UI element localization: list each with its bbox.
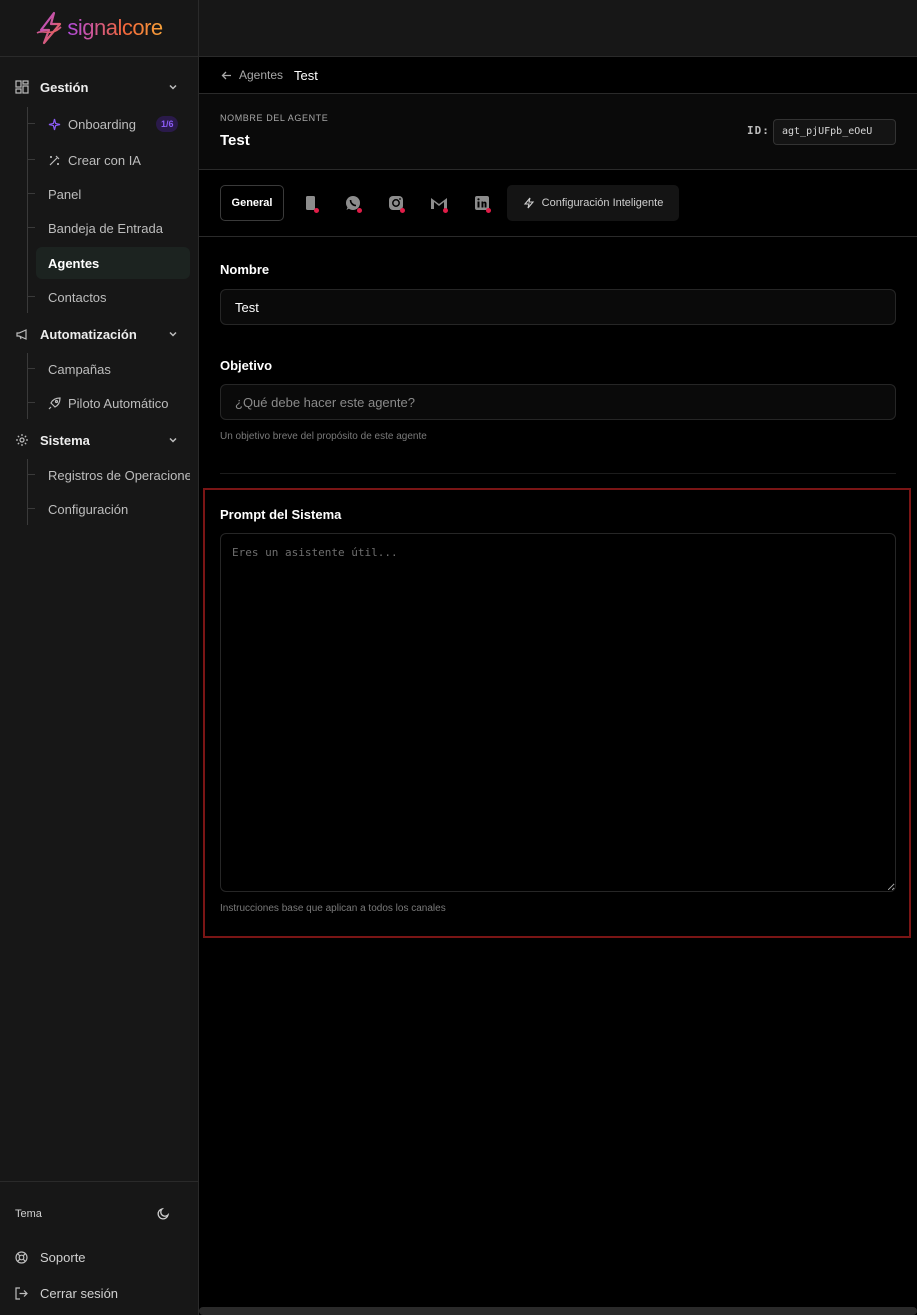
support-label: Soporte xyxy=(40,1250,86,1265)
brand-name: signalcore xyxy=(67,15,163,40)
tab-phone[interactable] xyxy=(293,185,327,221)
tab-whatsapp[interactable] xyxy=(336,185,370,221)
chevron-down-icon xyxy=(167,81,179,93)
sidebar-item-agentes[interactable]: Agentes xyxy=(36,247,190,279)
sidebar-item-label: Agentes xyxy=(48,255,100,271)
megaphone-icon xyxy=(15,327,29,341)
group-header-gestion[interactable]: Gestión xyxy=(0,71,199,103)
horizontal-scrollbar[interactable] xyxy=(199,1307,917,1315)
sidebar-item-contactos[interactable]: Contactos xyxy=(27,281,190,313)
tab-instagram[interactable] xyxy=(379,185,413,221)
logout-link[interactable]: Cerrar sesión xyxy=(15,1286,118,1301)
gear-icon xyxy=(15,433,29,447)
status-dot xyxy=(314,208,319,213)
chevron-down-icon xyxy=(167,328,179,340)
sidebar-item-label: Crear con IA xyxy=(68,152,141,168)
agent-name: Test xyxy=(220,132,250,149)
chevron-down-icon xyxy=(167,434,179,446)
nav-group-gestion: Gestión xyxy=(0,71,199,103)
sidebar-item-label: Bandeja de Entrada xyxy=(48,220,163,236)
sidebar-item-onboarding[interactable]: Onboarding 1/6 xyxy=(27,108,190,140)
sidebar-footer: Tema Soporte Cerrar sesión xyxy=(0,1181,199,1315)
prompt-textarea[interactable] xyxy=(220,533,896,892)
progress-badge: 1/6 xyxy=(155,116,179,132)
tree-line xyxy=(27,107,28,313)
group-header-sistema[interactable]: Sistema xyxy=(0,424,199,456)
sidebar-item-label: Onboarding xyxy=(68,116,136,132)
tab-smart-config-label: Configuración Inteligente xyxy=(541,197,664,209)
bolt-logo-icon xyxy=(36,11,62,45)
sidebar-item-label: Piloto Automático xyxy=(68,395,169,411)
nombre-input[interactable] xyxy=(220,289,896,325)
sidebar-item-crear-ia[interactable]: Crear con IA xyxy=(27,144,190,176)
sidebar-item-panel[interactable]: Panel xyxy=(27,178,190,210)
sidebar-item-label: Registros de Operacione xyxy=(48,467,190,483)
status-dot xyxy=(443,208,448,213)
sidebar-item-campanas[interactable]: Campañas xyxy=(27,353,190,385)
sidebar-item-label: Campañas xyxy=(48,361,111,377)
support-link[interactable]: Soporte xyxy=(15,1250,86,1265)
status-dot xyxy=(357,208,362,213)
breadcrumb: Agentes Test xyxy=(199,57,917,94)
agent-header: NOMBRE DEL AGENTE Test ID: agt_pjUFpb_eO… xyxy=(199,94,917,170)
section-divider xyxy=(220,473,896,474)
back-label: Agentes xyxy=(239,68,284,82)
objetivo-input[interactable] xyxy=(220,384,896,420)
agent-id-label: ID: xyxy=(747,124,770,137)
group-label: Automatización xyxy=(40,326,137,342)
logout-icon xyxy=(15,1287,28,1300)
logout-label: Cerrar sesión xyxy=(40,1286,119,1301)
moon-icon[interactable] xyxy=(157,1207,170,1220)
agent-tabs: General Configuración Inteligente xyxy=(199,170,917,237)
sparkle-icon xyxy=(48,118,61,131)
sidebar-item-configuracion[interactable]: Configuración xyxy=(27,493,190,525)
dashboard-icon xyxy=(15,80,29,94)
status-dot xyxy=(400,208,405,213)
status-dot xyxy=(486,208,491,213)
sidebar: signalcore Gestión Onboarding 1/6 Crear … xyxy=(0,0,199,1315)
group-label: Sistema xyxy=(40,432,90,448)
brand-logo[interactable]: signalcore xyxy=(35,11,163,45)
nav-group-automatizacion: Automatización xyxy=(0,318,199,350)
sidebar-item-bandeja[interactable]: Bandeja de Entrada xyxy=(27,212,190,244)
nav-group-sistema: Sistema xyxy=(0,424,199,456)
sidebar-item-piloto[interactable]: Piloto Automático xyxy=(27,387,190,419)
breadcrumb-current: Test xyxy=(294,67,318,83)
tab-linkedin[interactable] xyxy=(465,185,499,221)
agent-id-value[interactable]: agt_pjUFpb_eOeU xyxy=(773,119,896,145)
nombre-label: Nombre xyxy=(220,262,270,277)
prompt-label: Prompt del Sistema xyxy=(220,507,342,522)
theme-label: Tema xyxy=(15,1208,42,1220)
rocket-icon xyxy=(48,396,61,410)
group-header-automatizacion[interactable]: Automatización xyxy=(0,318,199,350)
main-content: Agentes Test NOMBRE DEL AGENTE Test ID: … xyxy=(199,0,917,1315)
logo-area: signalcore xyxy=(0,0,198,57)
agent-name-caption: NOMBRE DEL AGENTE xyxy=(220,113,329,123)
tab-gmail[interactable] xyxy=(422,185,456,221)
arrow-left-icon xyxy=(221,71,231,79)
sidebar-item-label: Contactos xyxy=(48,289,107,305)
lightning-icon xyxy=(523,197,534,209)
prompt-hint: Instrucciones base que aplican a todos l… xyxy=(220,903,446,914)
sidebar-item-label: Panel xyxy=(48,186,82,202)
lifebuoy-icon xyxy=(15,1251,28,1264)
sidebar-item-registros[interactable]: Registros de Operacione xyxy=(28,459,190,491)
objetivo-hint: Un objetivo breve del propósito de este … xyxy=(220,431,427,442)
tab-general[interactable]: General xyxy=(220,185,284,221)
group-label: Gestión xyxy=(40,79,89,95)
sidebar-item-label: Configuración xyxy=(48,501,129,517)
tab-smart-config[interactable]: Configuración Inteligente xyxy=(507,185,679,221)
back-link[interactable]: Agentes xyxy=(221,68,283,82)
top-bar xyxy=(199,0,917,57)
objetivo-label: Objetivo xyxy=(220,358,273,373)
magic-wand-icon xyxy=(48,154,61,167)
